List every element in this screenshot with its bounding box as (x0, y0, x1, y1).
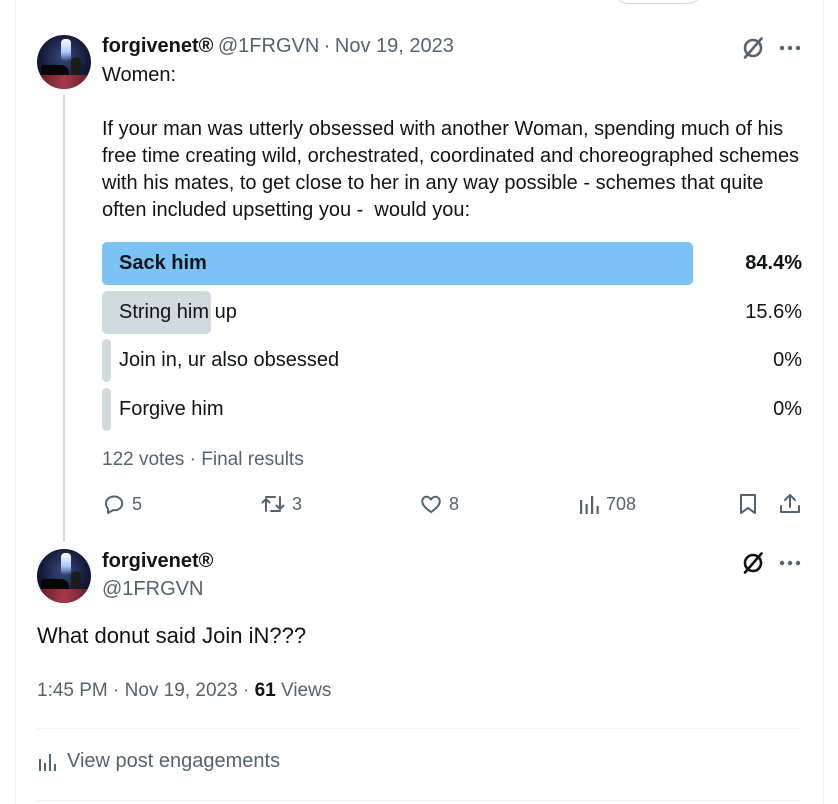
avatar-stage-glow (37, 589, 91, 603)
share-button[interactable] (778, 489, 802, 519)
timestamp-separator: · (113, 680, 125, 701)
poll-meta: 122 votes · Final results (102, 449, 304, 470)
poll-option: Join in, ur also obsessed 0% (102, 339, 802, 382)
poll-option-bar (102, 339, 111, 382)
repost-button[interactable]: 3 (260, 489, 302, 519)
poll-option-label: Join in, ur also obsessed (119, 349, 340, 371)
repost-icon (261, 496, 285, 512)
reply-timestamp: 1:45 PM · Nov 19, 2023 · 61 Views (37, 680, 331, 702)
avatar-spotlight (61, 553, 71, 575)
poll-option: Sack him 84.4% (102, 242, 802, 285)
like-button[interactable]: 8 (419, 489, 459, 519)
avatar-stage-glow (37, 75, 91, 89)
reply-handle-row: @1FRGVN (102, 578, 203, 601)
timeline-border-left (15, 0, 16, 804)
reply-author-name[interactable]: forgivenet® (102, 550, 213, 572)
poll-option-bar (102, 387, 111, 431)
timeline-border-right (823, 0, 824, 804)
more-options-icon[interactable] (776, 549, 804, 577)
views-button[interactable]: 708 (578, 489, 636, 519)
heart-icon (421, 495, 441, 513)
repost-count: 3 (292, 493, 303, 514)
reply-views-label: Views (281, 680, 332, 701)
reply-views-count: 61 (254, 680, 276, 701)
grok-icon[interactable] (739, 549, 767, 577)
view-engagements-label: View post engagements (67, 750, 281, 772)
reply-author-handle[interactable]: @1FRGVN (102, 578, 203, 600)
analytics-icon (39, 753, 56, 771)
reply-icon (105, 495, 124, 514)
poll-option-label: Sack him (119, 252, 207, 274)
reply-button[interactable]: 5 (102, 489, 142, 519)
poll-option-label: String him up (119, 300, 237, 323)
poll-option-percent: 0% (773, 349, 802, 371)
poll: Sack him 84.4% String him up 15.6% Join in, … (102, 242, 802, 436)
tweet-header: forgivenet® @1FRGVN · Nov 19, 2023 (102, 35, 454, 58)
poll-option-percent: 15.6% (745, 300, 802, 323)
poll-option-label: Forgive him (119, 397, 224, 420)
show-more-button[interactable] (612, 0, 704, 4)
tweet-text: Women: If your man was utterly obsessed … (102, 64, 800, 221)
tweet-actions: 5 3 8 708 (102, 489, 804, 519)
reply-date[interactable]: Nov 19, 2023 (125, 680, 238, 701)
reply-count: 5 (132, 493, 143, 514)
reply-avatar[interactable] (37, 549, 91, 603)
poll-option-percent: 0% (773, 397, 802, 420)
share-icon (780, 494, 800, 513)
bookmark-icon (740, 494, 756, 514)
more-options-icon[interactable] (776, 34, 804, 62)
timestamp-separator: · (242, 680, 255, 701)
like-count: 8 (449, 493, 460, 514)
tweet-date[interactable]: Nov 19, 2023 (335, 35, 454, 57)
avatar[interactable] (37, 35, 91, 89)
poll-option: Forgive him 0% (102, 387, 802, 431)
avatar-spotlight (61, 39, 71, 61)
thread-connector-line (63, 95, 65, 542)
poll-option: String him up 15.6% (102, 290, 802, 334)
poll-option-percent: 84.4% (745, 252, 802, 274)
analytics-icon (580, 496, 599, 514)
reply-author-name-row: forgivenet® (102, 550, 213, 573)
author-handle[interactable]: @1FRGVN (218, 35, 319, 57)
reply-text: What donut said Join iN??? (37, 623, 307, 648)
header-separator: · (323, 35, 331, 57)
view-count: 708 (606, 493, 637, 514)
view-engagements-link[interactable]: View post engagements (37, 750, 280, 773)
bookmark-button[interactable] (736, 489, 760, 519)
author-name[interactable]: forgivenet® (102, 35, 213, 57)
reply-time[interactable]: 1:45 PM (37, 680, 108, 701)
divider (37, 728, 801, 729)
grok-icon[interactable] (739, 34, 767, 62)
divider (37, 800, 801, 801)
